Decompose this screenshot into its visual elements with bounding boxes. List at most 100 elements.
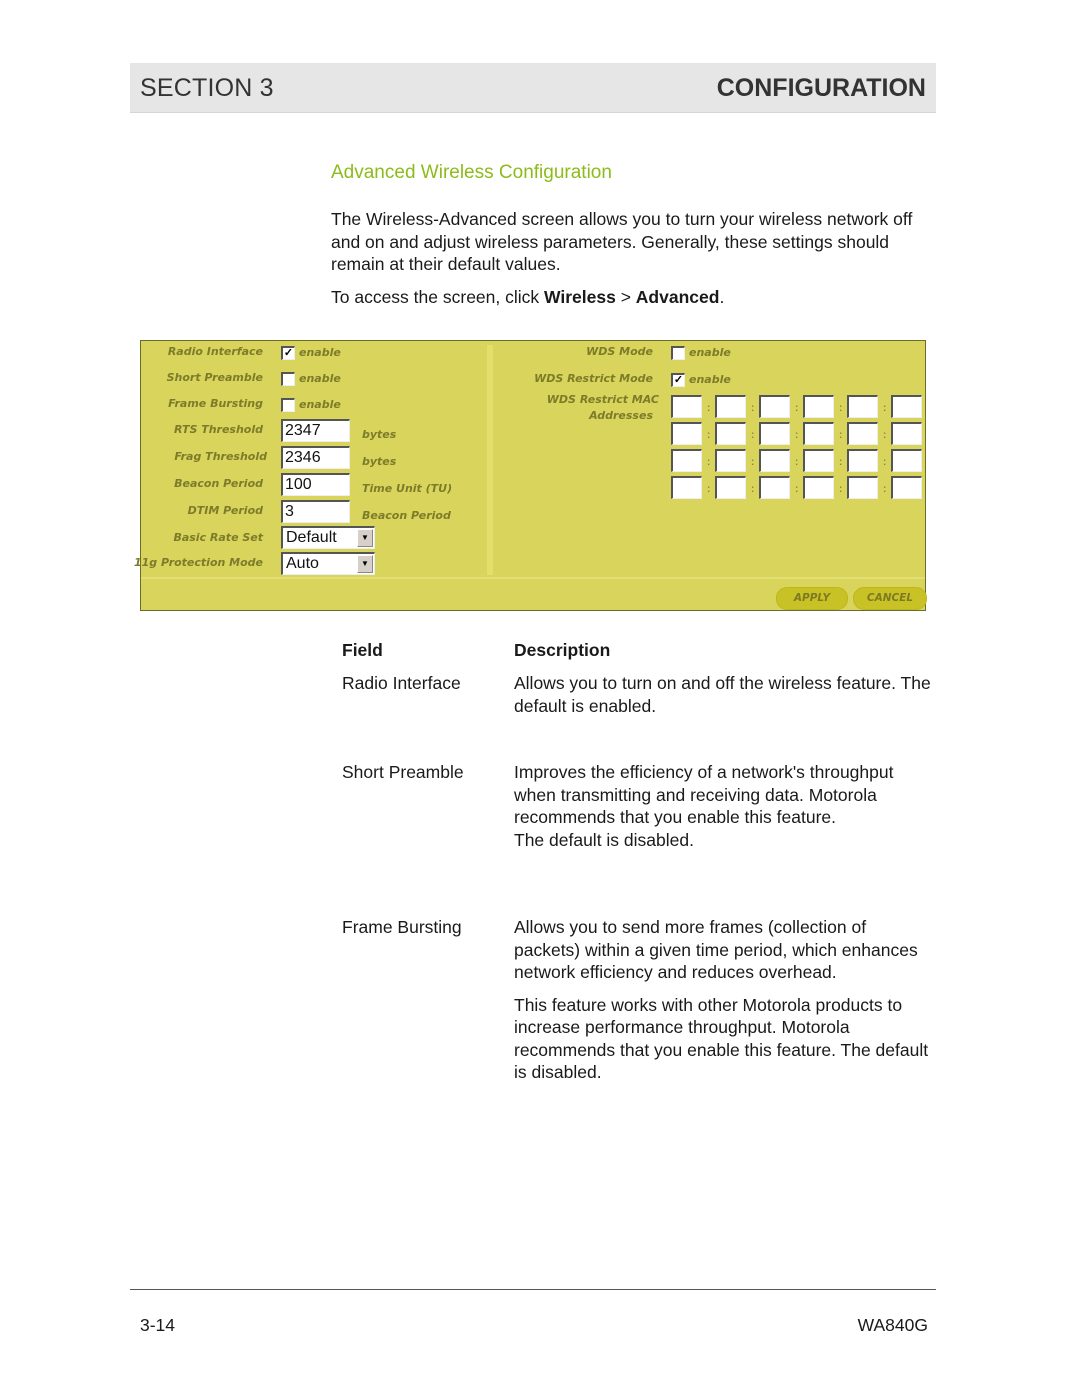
mac-separator: :: [883, 403, 887, 414]
mac-octet-input[interactable]: [715, 476, 746, 499]
short-preamble-checkbox[interactable]: [281, 372, 295, 386]
mac-separator: :: [751, 403, 755, 414]
panel-separator: [141, 577, 925, 579]
menu-advanced: Advanced: [635, 287, 720, 307]
mac-octet-input[interactable]: [891, 476, 922, 499]
mac-octet-input[interactable]: [759, 395, 790, 418]
mac-octet-input[interactable]: [759, 422, 790, 445]
description-paragraph: Improves the efficiency of a network's t…: [514, 762, 894, 827]
apply-button[interactable]: APPLY: [776, 587, 848, 610]
page-number: 3-14: [140, 1315, 176, 1335]
mac-octet-input[interactable]: [715, 422, 746, 445]
access-separator: >: [615, 287, 636, 307]
mac-separator: :: [883, 457, 887, 468]
dropdown-arrow-icon[interactable]: ▼: [357, 555, 373, 573]
mac-octet-input[interactable]: [759, 449, 790, 472]
beacon-period-input[interactable]: 100: [281, 473, 350, 496]
dtim-period-input[interactable]: 3: [281, 500, 350, 523]
mac-separator: :: [751, 457, 755, 468]
mac-octet-input[interactable]: [847, 395, 878, 418]
access-prefix: To access the screen, click: [331, 287, 544, 307]
intro-paragraph: The Wireless-Advanced screen allows you …: [331, 209, 913, 274]
mac-octet-input[interactable]: [671, 395, 702, 418]
basic-rate-set-label: Basic Rate Set: [173, 531, 263, 544]
table-row-field: Radio Interface: [342, 673, 461, 693]
wds-mode-option: enable: [689, 346, 731, 359]
table-row-field: Short Preamble: [342, 762, 464, 782]
cancel-button[interactable]: CANCEL: [853, 587, 927, 610]
mac-separator: :: [883, 484, 887, 495]
basic-rate-set-value: Default: [286, 529, 337, 546]
rts-threshold-unit: bytes: [362, 428, 397, 441]
chapter-title: CONFIGURATION: [716, 74, 926, 102]
menu-wireless: Wireless: [544, 287, 616, 307]
frag-threshold-label: Frag Threshold: [174, 450, 267, 463]
radio-interface-label: Radio Interface: [167, 345, 263, 358]
wds-restrict-mac-label-2: Addresses: [589, 409, 653, 422]
mac-octet-input[interactable]: [671, 476, 702, 499]
mac-octet-input[interactable]: [671, 422, 702, 445]
beacon-period-label: Beacon Period: [174, 477, 263, 490]
access-instructions: To access the screen, click Wireless > A…: [331, 286, 724, 309]
protection-mode-label: 11g Protection Mode: [133, 556, 263, 569]
frag-threshold-input[interactable]: 2346: [281, 446, 350, 469]
short-preamble-option: enable: [299, 372, 341, 385]
table-row-description: Allows you to send more frames (collecti…: [514, 916, 929, 1084]
description-paragraph: Allows you to send more frames (collecti…: [514, 917, 918, 982]
wds-restrict-mode-option: enable: [689, 373, 731, 386]
wds-mode-checkbox[interactable]: [671, 346, 685, 360]
basic-rate-set-select[interactable]: Default ▼: [281, 526, 375, 549]
dtim-period-unit: Beacon Period: [362, 509, 451, 522]
beacon-period-unit: Time Unit (TU): [362, 482, 453, 495]
mac-separator: :: [839, 403, 843, 414]
table-row-field: Frame Bursting: [342, 917, 462, 937]
protection-mode-value: Auto: [286, 555, 319, 572]
protection-mode-select[interactable]: Auto ▼: [281, 552, 375, 575]
mac-separator: :: [707, 484, 711, 495]
description-paragraph: Allows you to turn on and off the wirele…: [514, 673, 931, 716]
mac-octet-input[interactable]: [803, 395, 834, 418]
short-preamble-label: Short Preamble: [166, 371, 263, 384]
mac-separator: :: [707, 457, 711, 468]
table-row-description: Allows you to turn on and off the wirele…: [514, 672, 934, 717]
rts-threshold-input[interactable]: 2347: [281, 419, 350, 442]
description-column-header: Description: [514, 640, 611, 660]
mac-separator: :: [795, 484, 799, 495]
mac-octet-input[interactable]: [803, 476, 834, 499]
mac-octet-input[interactable]: [847, 422, 878, 445]
mac-octet-input[interactable]: [891, 449, 922, 472]
mac-separator: :: [751, 484, 755, 495]
dropdown-arrow-icon[interactable]: ▼: [357, 529, 373, 547]
mac-separator: :: [839, 484, 843, 495]
mac-octet-input[interactable]: [891, 422, 922, 445]
mac-octet-input[interactable]: [891, 395, 922, 418]
mac-octet-input[interactable]: [759, 476, 790, 499]
frame-bursting-checkbox[interactable]: [281, 398, 295, 412]
model-name: WA840G: [857, 1315, 928, 1335]
description-paragraph: This feature works with other Motorola p…: [514, 994, 929, 1083]
wds-restrict-mode-label: WDS Restrict Mode: [534, 372, 653, 385]
frag-threshold-unit: bytes: [362, 455, 397, 468]
mac-separator: :: [839, 457, 843, 468]
rts-threshold-label: RTS Threshold: [173, 423, 263, 436]
wds-restrict-mode-checkbox[interactable]: ✓: [671, 373, 685, 387]
mac-separator: :: [795, 430, 799, 441]
wds-restrict-mac-label: WDS Restrict MAC: [546, 393, 659, 406]
mac-separator: :: [795, 403, 799, 414]
section-header: SECTION 3 CONFIGURATION: [130, 63, 936, 113]
mac-octet-input[interactable]: [803, 422, 834, 445]
mac-separator: :: [751, 430, 755, 441]
mac-octet-input[interactable]: [671, 449, 702, 472]
footer-divider: [130, 1289, 936, 1290]
description-paragraph: The default is disabled.: [514, 829, 694, 850]
mac-octet-input[interactable]: [803, 449, 834, 472]
dtim-period-label: DTIM Period: [187, 504, 263, 517]
mac-octet-input[interactable]: [847, 449, 878, 472]
mac-octet-input[interactable]: [715, 395, 746, 418]
mac-octet-input[interactable]: [847, 476, 878, 499]
mac-octet-input[interactable]: [715, 449, 746, 472]
radio-interface-option: enable: [299, 346, 341, 359]
radio-interface-checkbox[interactable]: ✓: [281, 346, 295, 360]
frame-bursting-option: enable: [299, 398, 341, 411]
mac-separator: :: [839, 430, 843, 441]
